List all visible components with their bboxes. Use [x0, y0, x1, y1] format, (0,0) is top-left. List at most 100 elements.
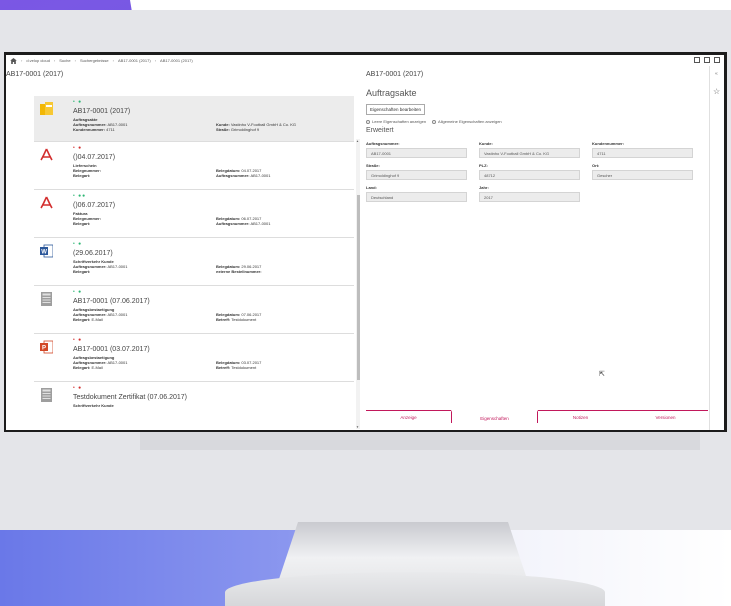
monitor-stand-base — [225, 572, 605, 606]
view-toggle-group — [694, 57, 720, 63]
field-kunde: Kunde: Vastinho V-Football GmbH & Co. KG — [479, 141, 580, 158]
breadcrumb-item[interactable]: Suchergebnisse — [80, 58, 109, 63]
tab-versionen[interactable]: Versionen — [623, 411, 708, 423]
document-field: Kundennummer: 4711 — [73, 127, 115, 132]
list-item[interactable]: • ● AB17-0001 (2017) Auftragsakte Auftra… — [34, 96, 354, 142]
breadcrumb-item[interactable]: AB17-0001 (2017) — [118, 58, 151, 63]
field-value[interactable]: 48712 — [479, 170, 580, 180]
field-value[interactable]: Vastinho V-Football GmbH & Co. KG — [479, 148, 580, 158]
field-strasse: Straße: Grimoldinghof 9 — [366, 163, 467, 180]
status-dots: • ●● — [73, 193, 87, 199]
property-filter-radios: Leere Eigenschaften anzeigen Allgemeine … — [366, 119, 502, 124]
list-item[interactable]: W • ● (29.06.2017) Schriftverkehr Kunde … — [34, 238, 354, 286]
pdf-icon — [40, 196, 53, 209]
list-item[interactable]: • ● AB17-0001 (07.06.2017) Auftragsbesta… — [34, 286, 354, 334]
document-field: Auftragsnummer: AB17-0001 — [216, 221, 271, 226]
new-window-icon[interactable] — [714, 57, 720, 63]
svg-text:W: W — [41, 250, 47, 256]
field-plz: PLZ: 48712 — [479, 163, 580, 180]
document-title: AB17-0001 (03.07.2017) — [73, 346, 150, 353]
document-field: Betreff: Testdokument — [216, 365, 257, 370]
collapse-icon[interactable]: « — [715, 71, 718, 77]
radio-empty-properties[interactable]: Leere Eigenschaften anzeigen — [366, 119, 426, 124]
status-dots: • ● — [73, 289, 83, 295]
document-field: externe Bestellnummer: — [216, 269, 262, 274]
field-label: Jahr: — [479, 185, 489, 190]
email-icon — [41, 388, 52, 402]
tab-eigenschaften[interactable]: Eigenschaften — [451, 410, 538, 423]
document-field: Belegart: — [73, 269, 91, 274]
status-dots: • ● — [73, 145, 83, 151]
breadcrumb-separator: › — [74, 58, 76, 63]
breadcrumb-item[interactable]: Suche — [59, 58, 70, 63]
tab-notizen[interactable]: Notizen — [538, 411, 623, 423]
document-type: Schriftverkehr Kunde — [73, 403, 114, 408]
field-label: Auftragsnummer: — [366, 141, 400, 146]
breadcrumb-separator: › — [21, 58, 23, 63]
document-title: ()04.07.2017) — [73, 154, 116, 161]
properties-panel: Auftragsakte Eigenschaften bearbeiten Le… — [366, 88, 708, 428]
breadcrumb-item-current: AB17-0001 (2017) — [160, 58, 193, 63]
radio-general-properties[interactable]: Allgemeine Eigenschaften anzeigen — [432, 119, 502, 124]
field-value[interactable]: 4711 — [592, 148, 693, 158]
document-list: • ● AB17-0001 (2017) Auftragsakte Auftra… — [34, 96, 354, 423]
field-value[interactable]: Gescher — [592, 170, 693, 180]
panel-heading: Auftragsakte — [366, 88, 417, 98]
section-heading: Erweitert — [366, 127, 394, 134]
document-field: Belegart: E-Mail — [73, 365, 103, 370]
field-label: Ort: — [592, 163, 600, 168]
document-field: Auftragsnummer: AB17-0001 — [216, 173, 271, 178]
field-value[interactable]: AB17-0001 — [366, 148, 467, 158]
breadcrumb-separator: › — [53, 58, 56, 63]
document-title: ()06.07.2017) — [73, 202, 116, 209]
document-field: Straße: Grimoldinghof 9 — [216, 127, 260, 132]
document-title: AB17-0001 (07.06.2017) — [73, 298, 150, 305]
mouse-cursor-icon: ⇱ — [599, 371, 605, 378]
split-view-icon[interactable] — [694, 57, 700, 63]
status-dots: • ● — [73, 385, 83, 391]
scroll-up-icon[interactable]: ▲ — [356, 139, 359, 143]
home-icon[interactable] — [10, 57, 17, 64]
document-field: Belegart: E-Mail — [73, 317, 103, 322]
field-label: Land: — [366, 185, 377, 190]
field-label: Kundennummer: — [592, 141, 624, 146]
list-item[interactable]: • ●● ()06.07.2017) Faktura Belegnummer: … — [34, 190, 354, 238]
word-icon: W — [40, 244, 53, 258]
document-title: (29.06.2017) — [73, 250, 113, 257]
list-item[interactable]: • ● Testdokument Zertifikat (07.06.2017)… — [34, 382, 354, 423]
email-icon — [41, 292, 52, 306]
edit-properties-button[interactable]: Eigenschaften bearbeiten — [366, 104, 426, 115]
field-label: Straße: — [366, 163, 380, 168]
breadcrumb-item[interactable]: d.velop cloud — [26, 58, 50, 63]
monitor-chin-shadow — [140, 432, 700, 450]
detail-tabs: Anzeige Eigenschaften Notizen Versionen — [366, 410, 708, 423]
app-screen: › d.velop cloud › Suche › Suchergebnisse… — [6, 55, 724, 430]
favorite-star-icon[interactable]: ☆ — [713, 87, 720, 96]
scroll-down-icon[interactable]: ▼ — [356, 425, 359, 429]
result-list-title: AB17-0001 (2017) — [6, 71, 64, 78]
powerpoint-icon: P — [40, 340, 53, 354]
field-label: Kunde: — [479, 141, 493, 146]
field-land: Land: Deutschland — [366, 185, 467, 202]
side-toolbar: « ☆ — [709, 66, 724, 430]
breadcrumb-separator: › — [112, 58, 114, 63]
field-jahr: Jahr: 2017 — [479, 185, 580, 202]
field-value[interactable]: 2017 — [479, 192, 580, 202]
tab-anzeige[interactable]: Anzeige — [366, 411, 451, 423]
document-title: AB17-0001 (2017) — [73, 108, 131, 115]
field-value[interactable]: Deutschland — [366, 192, 467, 202]
document-field: Belegart: — [73, 173, 91, 178]
document-field: Betreff: Testdokument — [216, 317, 257, 322]
list-scrollbar[interactable]: ▲ ▼ — [356, 139, 360, 429]
scrollbar-thumb[interactable] — [356, 195, 360, 380]
radio-icon — [432, 119, 437, 124]
pdf-icon — [40, 148, 53, 161]
field-label: PLZ: — [479, 163, 488, 168]
list-item[interactable]: P • ● AB17-0001 (03.07.2017) Auftragsbes… — [34, 334, 354, 382]
single-view-icon[interactable] — [704, 57, 710, 63]
list-item[interactable]: • ● ()04.07.2017) Lieferschein Belegnumm… — [34, 142, 354, 190]
status-dots: • ● — [73, 337, 83, 343]
document-field: Belegart: — [73, 221, 91, 226]
field-kundennummer: Kundennummer: 4711 — [592, 141, 693, 158]
field-value[interactable]: Grimoldinghof 9 — [366, 170, 467, 180]
